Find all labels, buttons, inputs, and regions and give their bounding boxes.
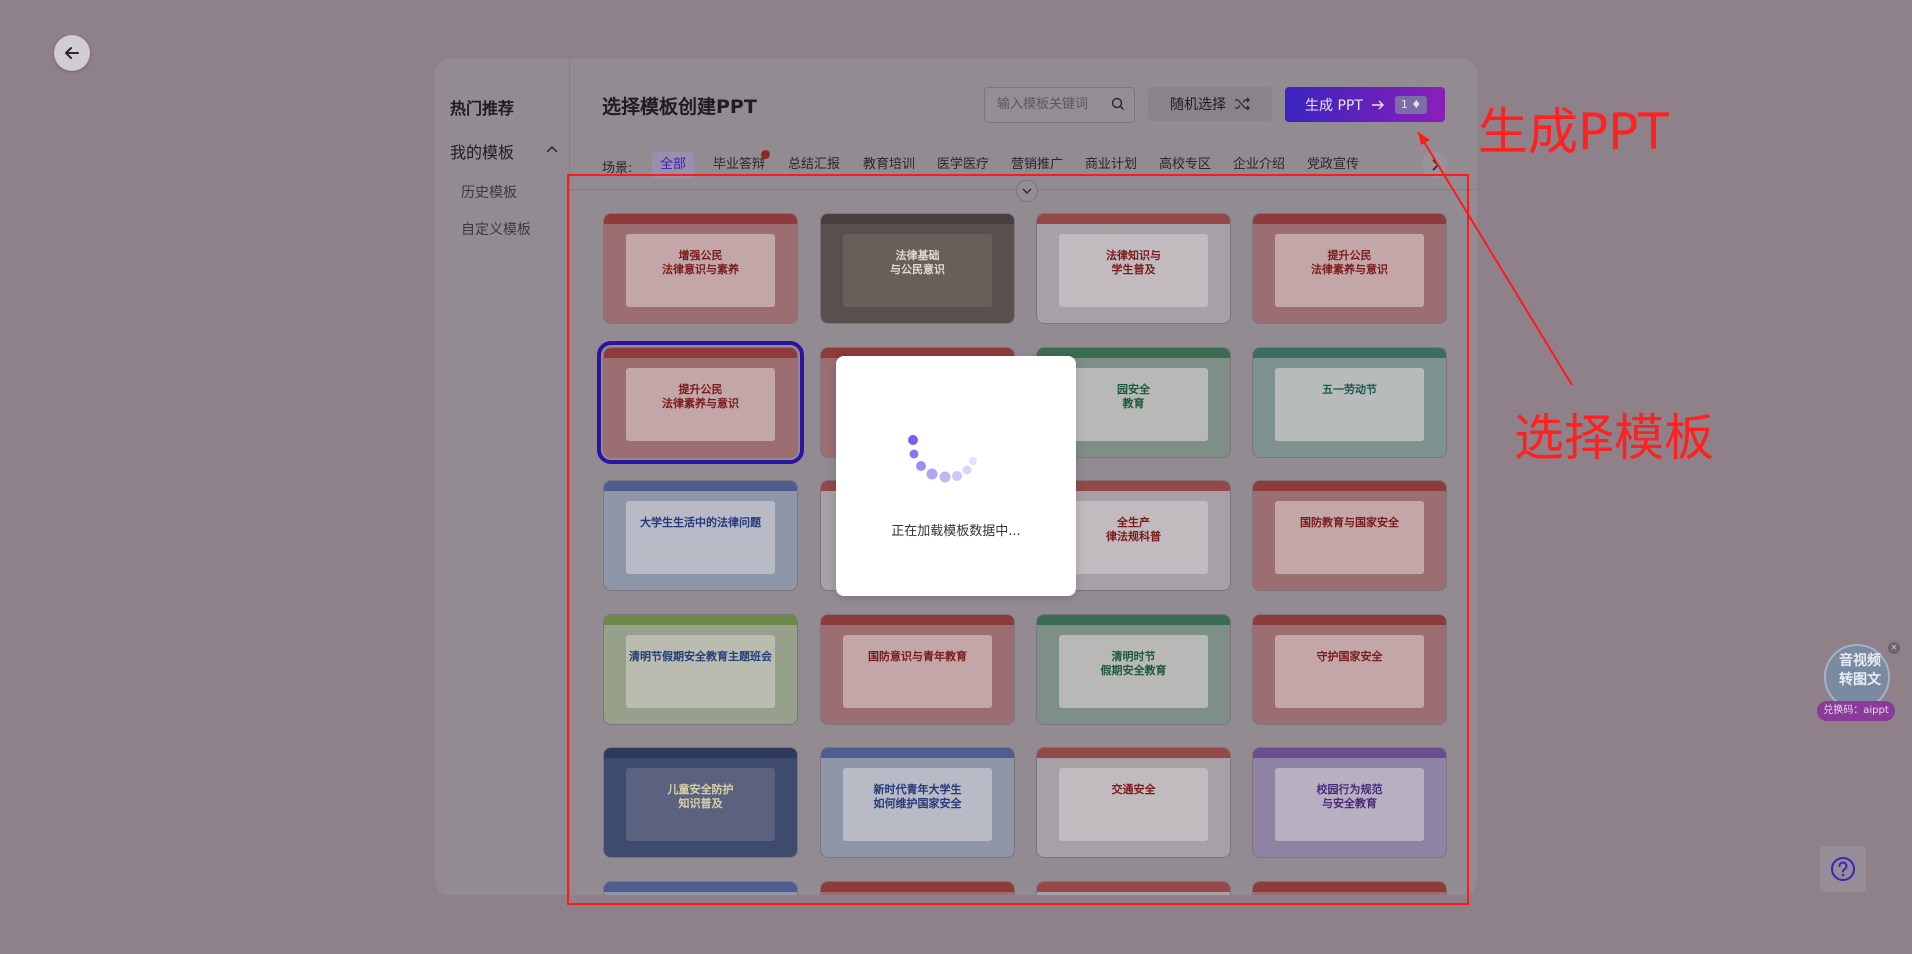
- modal-sidebar: 热门推荐 我的模板 历史模板 自定义模板: [435, 59, 570, 895]
- generate-ppt-label: 生成 PPT: [1305, 97, 1363, 114]
- page-title: 选择模板创建PPT: [602, 96, 757, 118]
- credit-count-badge: 1 ♦: [1394, 95, 1428, 114]
- annotation-box: [567, 174, 1469, 905]
- annotation-generate: 生成PPT: [1478, 103, 1669, 161]
- help-button[interactable]: [1820, 846, 1866, 892]
- random-select-button[interactable]: 随机选择: [1148, 87, 1272, 121]
- promo-badge-title: 音视频 转图文: [1839, 653, 1881, 688]
- generate-ppt-button[interactable]: 生成 PPT 1 ♦: [1285, 87, 1445, 122]
- sidebar-item-mine[interactable]: 我的模板: [450, 139, 514, 163]
- back-button[interactable]: [54, 35, 90, 71]
- chevron-right-icon: [1432, 159, 1440, 171]
- arrow-right-icon: [1371, 100, 1384, 109]
- shuffle-icon: [1235, 97, 1250, 111]
- search-icon[interactable]: [1111, 97, 1125, 111]
- promo-badge[interactable]: 音视频 转图文 兑换码：aippt ×: [1817, 642, 1900, 726]
- arrow-left-icon: [65, 47, 79, 59]
- sidebar-item-history[interactable]: 历史模板: [461, 182, 517, 202]
- annotation-select: 选择模板: [1514, 409, 1714, 467]
- hot-dot-icon: [761, 150, 770, 159]
- sidebar-item-hot[interactable]: 热门推荐: [450, 95, 514, 119]
- sidebar-item-custom[interactable]: 自定义模板: [461, 219, 531, 239]
- search-input[interactable]: [995, 96, 1109, 113]
- diamond-icon: ♦: [1411, 97, 1422, 111]
- promo-badge-code: 兑换码：aippt: [1817, 701, 1895, 721]
- chevron-up-icon[interactable]: [545, 143, 559, 157]
- question-icon: [1831, 857, 1855, 881]
- close-icon[interactable]: ×: [1888, 642, 1900, 654]
- random-select-label: 随机选择: [1170, 97, 1226, 113]
- search-box: [984, 87, 1135, 123]
